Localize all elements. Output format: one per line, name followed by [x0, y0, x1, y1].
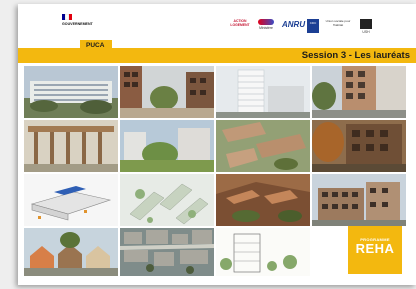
reha-program-badge: PROGRAMME REHA: [348, 226, 402, 274]
partner-logo-5: Union sociale pour l'habitat: [325, 19, 351, 27]
photo-tile-4: [312, 66, 406, 118]
photo-tile-12: [312, 174, 406, 226]
photo-tile-7: [216, 120, 310, 172]
partner-logo-3: ANRU: [282, 20, 306, 29]
poster: GOUVERNEMENT ACTION LOGEMENT Ministère A…: [18, 4, 416, 285]
session-title: Session 3 - Les lauréats: [301, 50, 410, 61]
partner-logo-2: Ministère: [255, 19, 277, 30]
photo-tile-5: [24, 120, 118, 172]
photo-tile-8: [312, 120, 406, 172]
photo-tile-9: [24, 174, 118, 226]
photo-tile-14: [120, 228, 214, 276]
laureates-gallery: PROGRAMME REHA: [24, 66, 408, 276]
program-name: REHA: [355, 241, 395, 256]
program-label: PROGRAMME: [360, 237, 390, 242]
photo-tile-10: [120, 174, 214, 226]
partner-logos: ACTION LOGEMENT Ministère ANRU CDC Union…: [230, 19, 375, 41]
photo-tile-11: [216, 174, 310, 226]
photo-tile-6: [120, 120, 214, 172]
french-flag-icon: [62, 14, 72, 20]
partner-logo-1: ACTION LOGEMENT: [230, 19, 250, 27]
gov-title: GOUVERNEMENT: [62, 22, 93, 26]
photo-tile-15: [216, 228, 310, 276]
partner-logo-6: USH: [357, 19, 375, 34]
photo-tile-1: [24, 66, 118, 118]
session-banner: Session 3 - Les lauréats: [18, 48, 416, 63]
photo-tile-13: [24, 228, 118, 276]
photo-tile-2: [120, 66, 214, 118]
photo-tile-3: [216, 66, 310, 118]
partner-logo-4: CDC: [307, 19, 319, 33]
puca-logo: PUCA: [80, 40, 112, 52]
